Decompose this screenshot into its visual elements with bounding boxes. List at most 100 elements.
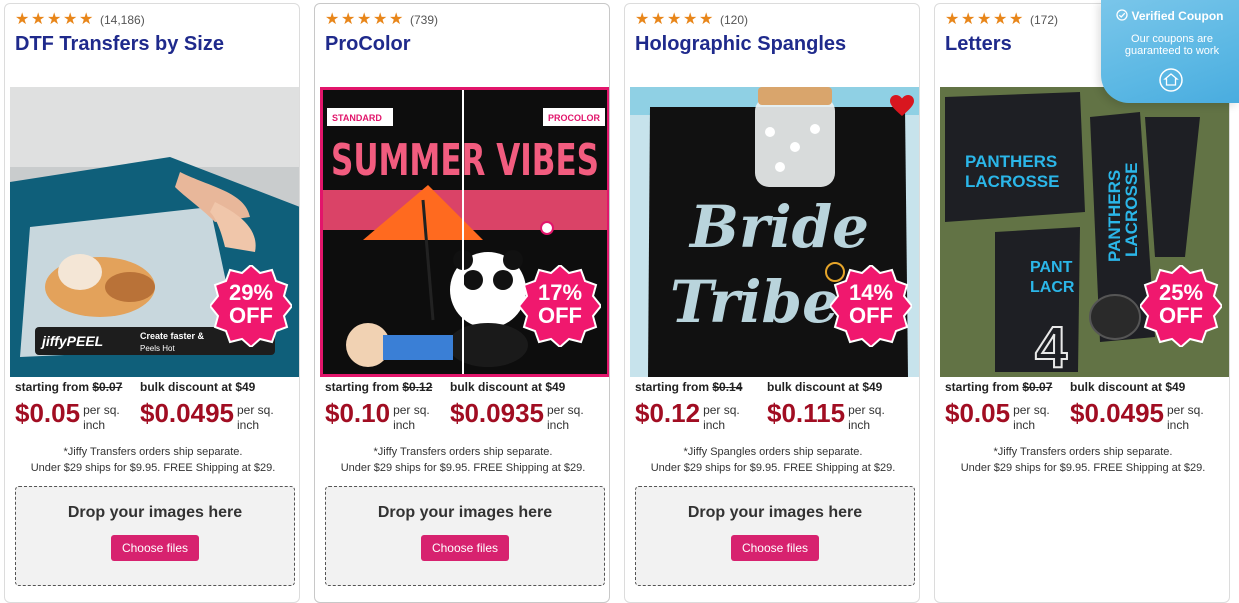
star-icon: ★ [373, 11, 388, 28]
star-icon: ★ [357, 11, 372, 28]
price-unit: per sq. inch [703, 403, 740, 432]
product-card-holographic-spangles: ★ ★ ★ ★ ★ (120) Holographic Spangles Bride T… [624, 3, 920, 603]
review-count[interactable]: (14,186) [100, 13, 145, 27]
product-title[interactable]: ProColor [325, 33, 411, 56]
price-labels: starting from $0.07 bulk discount at $49 [15, 380, 255, 394]
review-count[interactable]: (739) [410, 13, 438, 27]
star-icon: ★ [389, 11, 404, 28]
shipping-note: *Jiffy Spangles orders ship separate. Un… [650, 446, 896, 474]
bag-line2: LACR [1030, 279, 1075, 296]
star-rating: ★ ★ ★ ★ ★ [325, 12, 405, 28]
pants-line2: LACROSSE [1122, 163, 1141, 257]
starting-label: starting from [945, 380, 1020, 394]
discount-badge: 29% OFF [210, 265, 292, 347]
price-amount: $0.10 [325, 398, 391, 428]
star-icon: ★ [63, 11, 78, 28]
price-amount: $0.05 [15, 398, 81, 428]
choose-files-button[interactable]: Choose files [421, 535, 509, 561]
product-image[interactable]: Bride Tribe 14% OFF [630, 87, 919, 377]
standard-tag: STANDARD [332, 113, 382, 123]
price-unit: per sq. inch [848, 403, 885, 432]
star-icon: ★ [341, 11, 356, 28]
heart-icon[interactable] [890, 95, 914, 117]
product-card-procolor: ★ ★ ★ ★ ★ (739) ProColor SUMMER VIBES STANDA… [314, 3, 610, 603]
star-icon: ★ [635, 11, 650, 28]
starting-price: $0.05 per sq. inch [15, 396, 120, 433]
bulk-label: bulk discount at $49 [140, 380, 256, 394]
choose-files-button[interactable]: Choose files [111, 535, 199, 561]
discount-percent: 29% [228, 280, 274, 305]
starting-price: $0.10 per sq. inch [325, 396, 430, 433]
rating: ★ ★ ★ ★ ★ (739) [325, 12, 438, 28]
image-dropzone[interactable]: Drop your images here Choose files [325, 486, 605, 586]
bulk-price-amount: $0.0495 [140, 398, 234, 428]
check-circle-icon [1116, 9, 1129, 21]
starting-label: starting from [635, 380, 710, 394]
star-icon: ★ [79, 11, 94, 28]
review-count[interactable]: (172) [1030, 13, 1058, 27]
starting-price: $0.12 per sq. inch [635, 396, 740, 433]
dropzone-text: Drop your images here [67, 504, 243, 521]
rating: ★ ★ ★ ★ ★ (120) [635, 12, 748, 28]
old-price: $0.07 [1022, 380, 1053, 394]
star-rating: ★ ★ ★ ★ ★ [945, 12, 1025, 28]
price-labels: starting from $0.07 bulk discount at $49 [945, 380, 1185, 394]
price-unit: per sq. inch [1166, 403, 1204, 432]
shipping-note: *Jiffy Transfers orders ship separate. U… [340, 446, 586, 474]
jersey-number: 4 [1035, 315, 1067, 377]
product-image[interactable]: SUMMER VIBES STANDARD PROCOLOR 17% OFF [320, 87, 609, 377]
shipping-note: *Jiffy Transfers orders ship separate. U… [30, 446, 276, 474]
image-dropzone[interactable]: Drop your images here Choose files [15, 486, 295, 586]
product-image[interactable]: jiffyPEEL Create faster & Peels Hot 29% … [10, 87, 299, 377]
rating: ★ ★ ★ ★ ★ (14,186) [15, 12, 145, 28]
discount-percent: 17% [537, 280, 583, 305]
price-labels: starting from $0.14 bulk discount at $49 [635, 380, 882, 394]
price-amount: $0.12 [635, 398, 701, 428]
price-unit: per sq. inch [1013, 403, 1050, 432]
jiffypeel-logo: jiffyPEEL [40, 333, 103, 349]
star-icon: ★ [961, 11, 976, 28]
dropzone-text: Drop your images here [687, 504, 863, 521]
bulk-price-amount: $0.0495 [1070, 398, 1164, 428]
bulk-label: bulk discount at $49 [450, 380, 566, 394]
star-icon: ★ [977, 11, 992, 28]
star-icon: ★ [15, 11, 30, 28]
discount-badge: 14% OFF [830, 265, 912, 347]
discount-off: OFF [1159, 303, 1203, 328]
price-amount: $0.05 [945, 398, 1011, 428]
discount-percent: 14% [848, 280, 894, 305]
review-count[interactable]: (120) [720, 13, 748, 27]
bulk-price: $0.0495 per sq. inch [140, 396, 274, 433]
bulk-label: bulk discount at $49 [1070, 380, 1186, 394]
overlay-headline: SUMMER VIBES [331, 135, 599, 186]
bag-line1: PANT [1030, 259, 1073, 276]
starting-label: starting from [15, 380, 90, 394]
old-price: $0.12 [402, 380, 433, 394]
starting-label: starting from [325, 380, 400, 394]
star-icon: ★ [31, 11, 46, 28]
rating: ★ ★ ★ ★ ★ (172) [945, 12, 1058, 28]
shipping-note: *Jiffy Transfers orders ship separate. U… [960, 446, 1206, 474]
shirt-line2: LACROSSE [965, 172, 1059, 191]
home-icon[interactable] [1159, 68, 1183, 92]
bulk-price-amount: $0.0935 [450, 398, 544, 428]
star-icon: ★ [1009, 11, 1024, 28]
star-icon: ★ [699, 11, 714, 28]
star-icon: ★ [325, 11, 340, 28]
overlay-line1: Bride [688, 193, 869, 261]
star-icon: ★ [667, 11, 682, 28]
price-unit: per sq. inch [546, 403, 584, 432]
product-title[interactable]: DTF Transfers by Size [15, 33, 224, 56]
product-card-dtf-transfers: ★ ★ ★ ★ ★ (14,186) DTF Transfers by Size jif… [4, 3, 300, 603]
verified-coupon-title: Verified Coupon [1101, 9, 1239, 23]
verified-coupon-badge[interactable]: Verified Coupon Our coupons are guarante… [1101, 0, 1239, 103]
product-image[interactable]: PANTHERS LACROSSE PANTHERS LACROSSE PANT… [940, 87, 1229, 377]
dropzone-text: Drop your images here [377, 504, 553, 521]
choose-files-button[interactable]: Choose files [731, 535, 819, 561]
product-title[interactable]: Holographic Spangles [635, 33, 846, 56]
product-title[interactable]: Letters [945, 33, 1012, 56]
star-icon: ★ [47, 11, 62, 28]
overlay-tagline: Create faster & [140, 331, 205, 341]
image-dropzone[interactable]: Drop your images here Choose files [635, 486, 915, 586]
overlay-line2: Tribe [670, 268, 839, 336]
